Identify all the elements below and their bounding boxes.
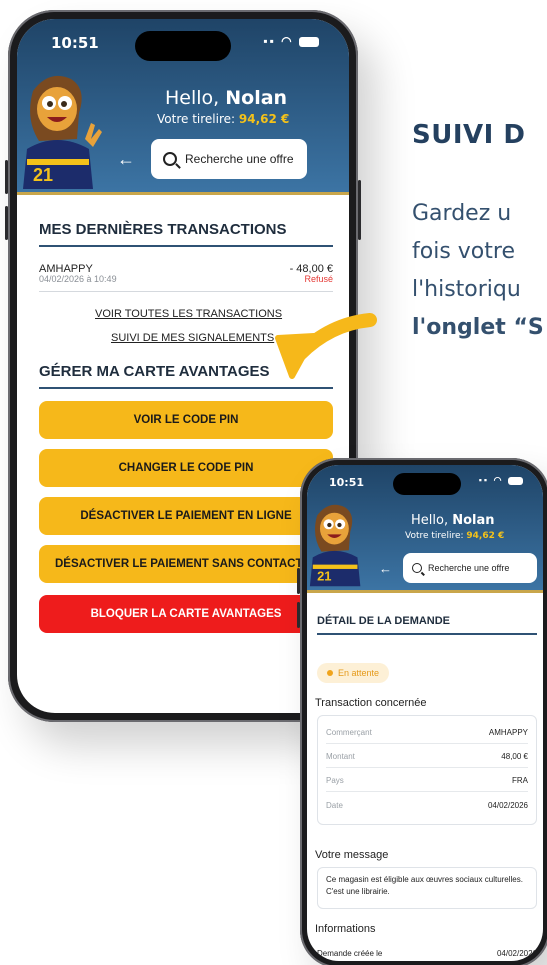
back-arrow-icon[interactable]: ← bbox=[379, 561, 392, 576]
info-value: 04/02/2026 bbox=[496, 949, 537, 958]
signal-icon: ▪▪ bbox=[478, 475, 490, 485]
detail-value: FRA bbox=[512, 776, 528, 785]
wifi-icon: ◠ bbox=[493, 475, 504, 485]
greeting: Hello, Nolan bbox=[411, 513, 495, 528]
promo-title: SUIVI D bbox=[412, 120, 526, 150]
battery-icon bbox=[299, 36, 319, 47]
detail-screen: 10:51 ▪▪ ◠ 21 Hello, Nolan Votre tirelir… bbox=[307, 465, 543, 961]
detail-value: AMHAPPY bbox=[488, 728, 528, 737]
battery-icon bbox=[508, 476, 523, 485]
transaction-date: 04/02/2026 à 10:49 bbox=[39, 274, 117, 284]
detail-phone: 10:51 ▪▪ ◠ 21 Hello, Nolan Votre tirelir… bbox=[297, 458, 547, 965]
info-key: Demande créée le bbox=[317, 949, 383, 958]
dynamic-island bbox=[393, 473, 461, 495]
search-input[interactable]: Recherche une offre bbox=[403, 553, 537, 583]
wifi-icon: ◠ bbox=[281, 34, 294, 48]
search-input[interactable]: Recherche une offre bbox=[151, 139, 307, 179]
pointer-arrow-icon bbox=[275, 313, 377, 379]
divider bbox=[39, 245, 333, 247]
promo-line: Gardez u bbox=[412, 201, 512, 226]
status-icons: ▪▪ ◠ bbox=[263, 34, 319, 48]
volume-up-button bbox=[297, 568, 300, 594]
mascot-icon: 21 bbox=[309, 504, 361, 587]
info-section-title: Informations bbox=[315, 923, 376, 935]
status-time: 10:51 bbox=[329, 476, 365, 489]
message-section-title: Votre message bbox=[315, 849, 389, 861]
detail-value: 04/02/2026 bbox=[487, 800, 528, 810]
tirelire-amount: 94,62 € bbox=[466, 531, 505, 541]
status-badge-label: En attente bbox=[338, 668, 380, 678]
volume-down-button bbox=[5, 206, 8, 240]
disable-online-payment-button[interactable]: DÉSACTIVER LE PAIEMENT EN LIGNE bbox=[39, 497, 333, 535]
volume-down-button bbox=[297, 602, 300, 628]
reports-link[interactable]: SUIVI DE MES SIGNALEMENTS bbox=[111, 332, 274, 344]
search-placeholder: Recherche une offre bbox=[185, 152, 294, 166]
search-icon bbox=[163, 152, 177, 166]
back-arrow-icon[interactable]: ← bbox=[117, 149, 135, 170]
svg-text:21: 21 bbox=[33, 165, 53, 185]
status-dot-icon bbox=[327, 670, 333, 676]
page-title: DÉTAIL DE LA DEMANDE bbox=[317, 615, 451, 627]
svg-text:21: 21 bbox=[317, 568, 331, 583]
promo-line: fois votre bbox=[412, 239, 515, 264]
detail-key: Montant bbox=[326, 752, 355, 761]
promo-line: l'historiqu bbox=[412, 277, 521, 302]
status-bar: 10:51 ▪▪ ◠ bbox=[17, 19, 349, 61]
user-name: Nolan bbox=[452, 513, 495, 528]
promo-heading: SUIVI D bbox=[412, 120, 547, 150]
view-pin-button[interactable]: VOIR LE CODE PIN bbox=[39, 401, 333, 439]
detail-row-date: Date 04/02/2026 bbox=[326, 794, 528, 816]
greeting: Hello, Nolan bbox=[165, 87, 288, 109]
search-icon bbox=[412, 563, 422, 573]
tirelire-balance: Votre tirelire: 94,62 € bbox=[405, 531, 505, 541]
detail-key: Commerçant bbox=[326, 728, 372, 737]
message-text: Ce magasin est éligible aux œuvres socia… bbox=[317, 867, 537, 909]
user-name: Nolan bbox=[225, 87, 288, 109]
tirelire-balance: Votre tirelire: 94,62 € bbox=[157, 112, 290, 126]
promo-text: Gardez u fois votre l'historiqu l'onglet… bbox=[412, 195, 547, 347]
tirelire-amount: 94,62 € bbox=[238, 112, 290, 126]
volume-up-button bbox=[5, 160, 8, 194]
transactions-title: MES DERNIÈRES TRANSACTIONS bbox=[39, 221, 287, 238]
divider bbox=[39, 291, 333, 292]
disable-contactless-button[interactable]: DÉSACTIVER LE PAIEMENT SANS CONTACT bbox=[39, 545, 333, 583]
status-time: 10:51 bbox=[51, 34, 99, 52]
detail-key: Date bbox=[326, 800, 343, 810]
transaction-section-title: Transaction concernée bbox=[315, 697, 427, 709]
detail-row-merchant: Commerçant AMHAPPY bbox=[326, 722, 528, 744]
transaction-status: Refusé bbox=[304, 274, 333, 284]
status-badge: En attente bbox=[317, 663, 390, 683]
transaction-details-card: Commerçant AMHAPPY Montant 48,00 € Pays … bbox=[317, 715, 537, 825]
search-placeholder: Recherche une offre bbox=[428, 563, 510, 573]
card-section-title: GÉRER MA CARTE AVANTAGES bbox=[39, 363, 270, 380]
divider bbox=[317, 633, 537, 635]
dynamic-island bbox=[135, 31, 231, 61]
promo-line: l'onglet “S bbox=[412, 315, 544, 340]
status-bar: 10:51 ▪▪ ◠ bbox=[307, 465, 543, 495]
detail-row-amount: Montant 48,00 € bbox=[326, 746, 528, 768]
block-card-button[interactable]: BLOQUER LA CARTE AVANTAGES bbox=[39, 595, 333, 633]
detail-value: 48,00 € bbox=[501, 752, 528, 761]
detail-row-country: Pays FRA bbox=[326, 770, 528, 792]
app-header: 10:51 ▪▪ ◠ 21 Hello, Nolan Votre tirelir… bbox=[307, 465, 543, 593]
detail-key: Pays bbox=[326, 776, 344, 785]
power-button bbox=[358, 180, 361, 240]
signal-icon: ▪▪ bbox=[263, 34, 276, 48]
all-transactions-link[interactable]: VOIR TOUTES LES TRANSACTIONS bbox=[95, 308, 282, 320]
app-header: 10:51 ▪▪ ◠ 21 Hello, Nolan Votre tirelir… bbox=[17, 19, 349, 195]
mascot-icon: 21 bbox=[23, 75, 102, 189]
change-pin-button[interactable]: CHANGER LE CODE PIN bbox=[39, 449, 333, 487]
info-row-created: Demande créée le 04/02/2026 bbox=[317, 949, 537, 958]
status-icons: ▪▪ ◠ bbox=[479, 475, 523, 486]
